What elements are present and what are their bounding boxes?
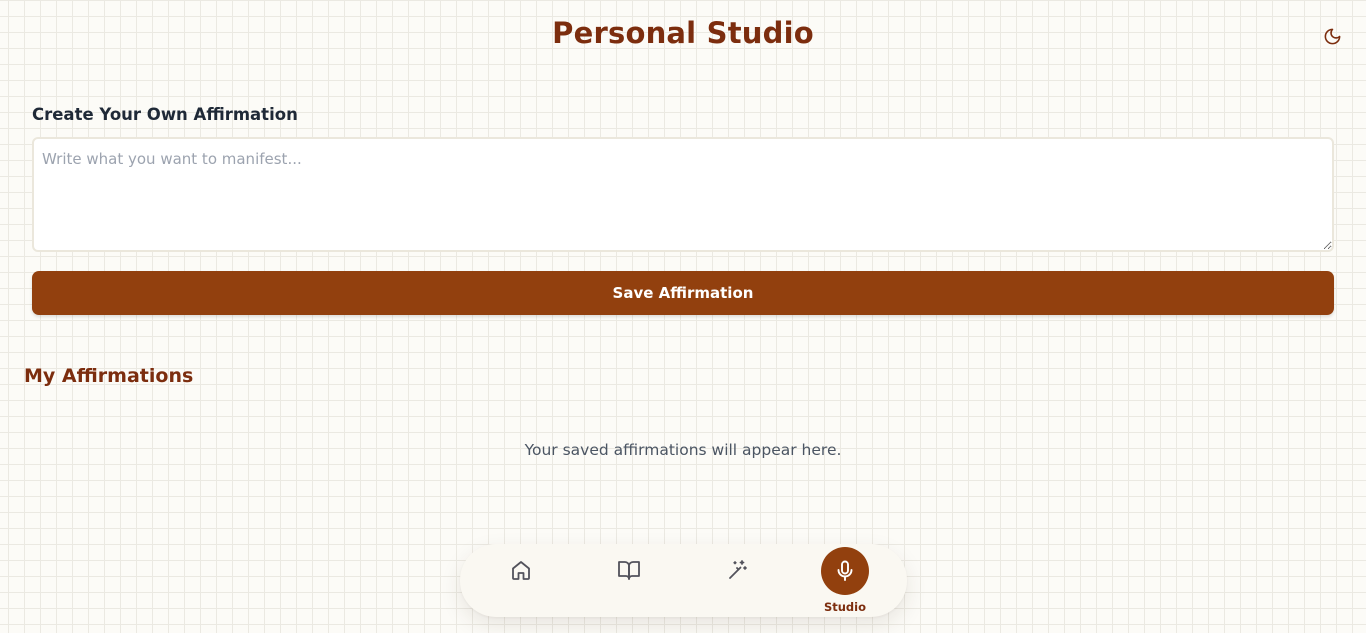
home-icon xyxy=(512,561,530,580)
nav-item-library[interactable] xyxy=(599,544,659,617)
empty-state-text: Your saved affirmations will appear here… xyxy=(524,441,842,459)
theme-toggle-button[interactable] xyxy=(1318,22,1346,50)
book-open-icon xyxy=(618,561,640,580)
nav-item-magic[interactable] xyxy=(707,544,767,617)
create-affirmation-label: Create Your Own Affirmation xyxy=(32,105,298,124)
microphone-icon xyxy=(837,560,853,581)
moon-icon xyxy=(1324,28,1340,44)
nav-item-home[interactable] xyxy=(491,544,551,617)
magic-wand-icon xyxy=(729,560,747,579)
save-affirmation-button[interactable]: Save Affirmation xyxy=(32,271,1334,315)
bottom-nav: Studio xyxy=(460,544,907,617)
page-title: Personal Studio xyxy=(552,16,814,50)
create-affirmation-section: Create Your Own Affirmation Save Affirma… xyxy=(32,104,1334,315)
nav-item-studio-label: Studio xyxy=(823,600,867,614)
affirmation-input[interactable] xyxy=(32,137,1334,252)
my-affirmations-title: My Affirmations xyxy=(24,365,194,387)
nav-item-studio[interactable]: Studio xyxy=(815,544,875,617)
